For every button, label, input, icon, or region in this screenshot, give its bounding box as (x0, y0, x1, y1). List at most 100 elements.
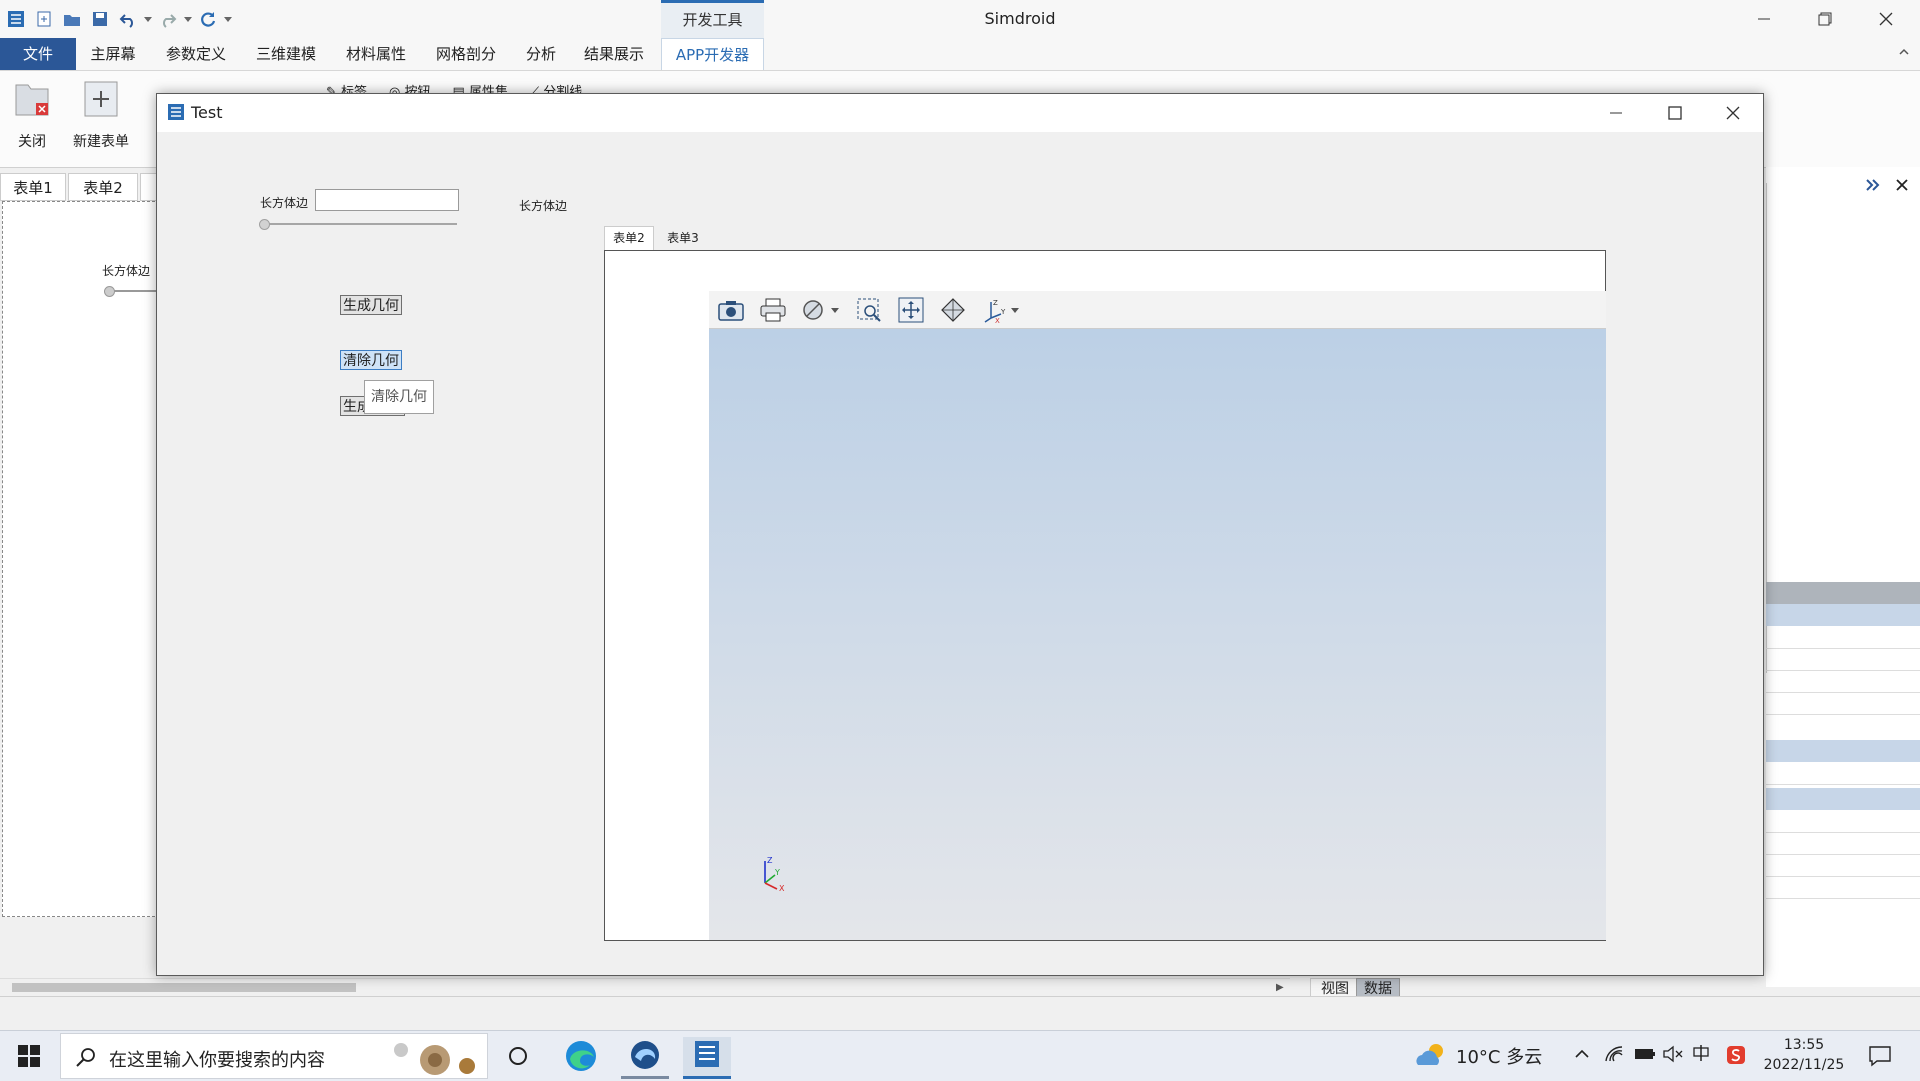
tab-materials[interactable]: 材料属性 (340, 38, 412, 70)
print-icon[interactable] (757, 294, 789, 326)
collapse-ribbon-icon[interactable] (1898, 46, 1910, 62)
input-method-icon[interactable] (1691, 1043, 1711, 1068)
property-grid-header (1766, 582, 1920, 604)
close-form-button[interactable]: 关闭 (0, 79, 64, 163)
axis-x-label: X (779, 884, 785, 893)
svg-text:X: X (995, 317, 1000, 324)
tab-data[interactable]: 数据 (1356, 978, 1400, 998)
edge-length-label: 长方体边 (260, 196, 309, 210)
customize-qat-icon[interactable] (224, 16, 232, 22)
weather-text[interactable]: 10°C 多云 (1456, 1043, 1542, 1069)
undo-icon[interactable] (116, 7, 140, 31)
minimize-button[interactable] (1736, 0, 1792, 38)
property-row[interactable] (1766, 604, 1920, 626)
property-row[interactable] (1766, 876, 1920, 899)
weather-icon[interactable] (1414, 1041, 1448, 1073)
property-row[interactable] (1766, 810, 1920, 833)
edge-length-slider[interactable] (262, 223, 457, 225)
redo-dropdown-icon[interactable] (184, 16, 192, 22)
taskbar: 在这里输入你要搜索的内容 10°C 多云 13:55 2022/11/25 (0, 1030, 1920, 1081)
camera-icon[interactable] (715, 294, 747, 326)
designer-tabs: 表单1 表单2 (0, 173, 160, 201)
tab-view[interactable]: 视图 (1310, 978, 1360, 998)
designer-slider-handle[interactable] (104, 286, 115, 297)
property-row[interactable] (1766, 854, 1920, 877)
new-form-icon (84, 81, 118, 117)
taskbar-simdroid[interactable] (683, 1037, 731, 1079)
dialog-maximize-icon[interactable] (1668, 106, 1682, 124)
battery-icon[interactable] (1634, 1047, 1656, 1065)
property-row[interactable] (1766, 626, 1920, 649)
tab-app-developer[interactable]: APP开发器 (661, 38, 764, 70)
tab-analysis[interactable]: 分析 (518, 38, 564, 70)
close-panel-icon[interactable] (1896, 179, 1908, 195)
scroll-right-icon[interactable]: ▶ (1276, 982, 1284, 993)
tab-results[interactable]: 结果展示 (578, 38, 650, 70)
refresh-icon[interactable] (196, 7, 220, 31)
property-row[interactable] (1766, 692, 1920, 715)
new-file-icon[interactable] (32, 7, 56, 31)
property-row[interactable] (1766, 788, 1920, 810)
tab-home[interactable]: 主屏幕 (82, 38, 144, 70)
generate-geometry-button[interactable]: 生成几何 (340, 295, 402, 315)
task-view-icon[interactable] (506, 1044, 530, 1072)
tab-file[interactable]: 文件 (0, 38, 76, 70)
restore-icon (1818, 12, 1832, 26)
property-row[interactable] (1766, 832, 1920, 855)
tab-parameters[interactable]: 参数定义 (160, 38, 232, 70)
tab-form-2[interactable]: 表单2 (68, 173, 138, 201)
tooltip: 清除几何 (364, 380, 434, 414)
edge-length-slider-handle[interactable] (259, 219, 270, 230)
viewer-tab-form-2[interactable]: 表单2 (604, 226, 654, 250)
windows-start-icon[interactable] (18, 1045, 40, 1071)
display-mode-icon[interactable] (799, 294, 843, 326)
tab-3d-modeling[interactable]: 三维建模 (250, 38, 322, 70)
new-form-button[interactable]: 新建表单 (68, 79, 134, 163)
expand-panel-icon[interactable] (1866, 179, 1880, 195)
property-row[interactable] (1766, 762, 1920, 785)
sogou-ime-icon[interactable] (1726, 1045, 1746, 1069)
undo-dropdown-icon[interactable] (144, 16, 152, 22)
dialog-close-icon[interactable] (1726, 106, 1740, 124)
3d-viewer: ZYX Z Y X (604, 250, 1606, 941)
wifi-icon[interactable] (1604, 1045, 1624, 1067)
close-window-button[interactable] (1858, 0, 1914, 38)
tab-form-1[interactable]: 表单1 (0, 173, 66, 201)
clear-geometry-button[interactable]: 清除几何 (340, 350, 402, 370)
svg-text:Z: Z (993, 299, 998, 307)
dialog-title: Test (191, 103, 223, 122)
viewer-tab-form-3[interactable]: 表单3 (656, 226, 710, 250)
dialog-body: 长方体边 长方体边 生成几何 清除几何 生成 清除几何 表单2 表单3 Z Y … (157, 132, 1763, 975)
form-designer-canvas[interactable]: 长方体边 (2, 201, 163, 917)
fit-view-icon[interactable] (895, 294, 927, 326)
dialog-minimize-icon[interactable] (1609, 106, 1623, 124)
property-row[interactable] (1766, 670, 1920, 693)
clock-time: 13:55 (1783, 1037, 1825, 1053)
taskbar-app-swirl[interactable] (621, 1037, 669, 1079)
close-icon (1879, 12, 1893, 26)
save-icon[interactable] (88, 7, 112, 31)
rotate-view-icon[interactable] (937, 294, 969, 326)
3d-viewport[interactable]: Z Y X (709, 329, 1606, 940)
horizontal-scrollbar[interactable]: ▶ (0, 978, 1290, 997)
restore-button[interactable] (1797, 0, 1853, 38)
app-logo-icon (4, 7, 28, 31)
context-tab-header: 开发工具 (661, 0, 764, 38)
property-row[interactable] (1766, 740, 1920, 762)
scrollbar-thumb[interactable] (12, 983, 356, 992)
open-folder-icon[interactable] (60, 7, 84, 31)
test-dialog: Test 长方体边 长方体边 生成几何 清除几何 生成 清除几何 表单2 表单3 (156, 93, 1764, 976)
tab-meshing[interactable]: 网格剖分 (430, 38, 502, 70)
property-row[interactable] (1766, 648, 1920, 671)
axis-orientation-icon[interactable]: ZYX (979, 294, 1023, 326)
designer-slider[interactable] (107, 290, 163, 292)
clock[interactable]: 13:55 2022/11/25 (1762, 1035, 1846, 1075)
taskbar-search[interactable]: 在这里输入你要搜索的内容 (60, 1033, 488, 1079)
edge-browser-icon[interactable] (564, 1039, 600, 1075)
notifications-icon[interactable] (1868, 1044, 1892, 1072)
edge-length-input[interactable] (315, 189, 459, 211)
redo-icon[interactable] (156, 7, 180, 31)
zoom-box-icon[interactable] (853, 294, 885, 326)
volume-muted-icon[interactable] (1662, 1045, 1684, 1067)
show-hidden-icons-icon[interactable] (1574, 1047, 1590, 1063)
